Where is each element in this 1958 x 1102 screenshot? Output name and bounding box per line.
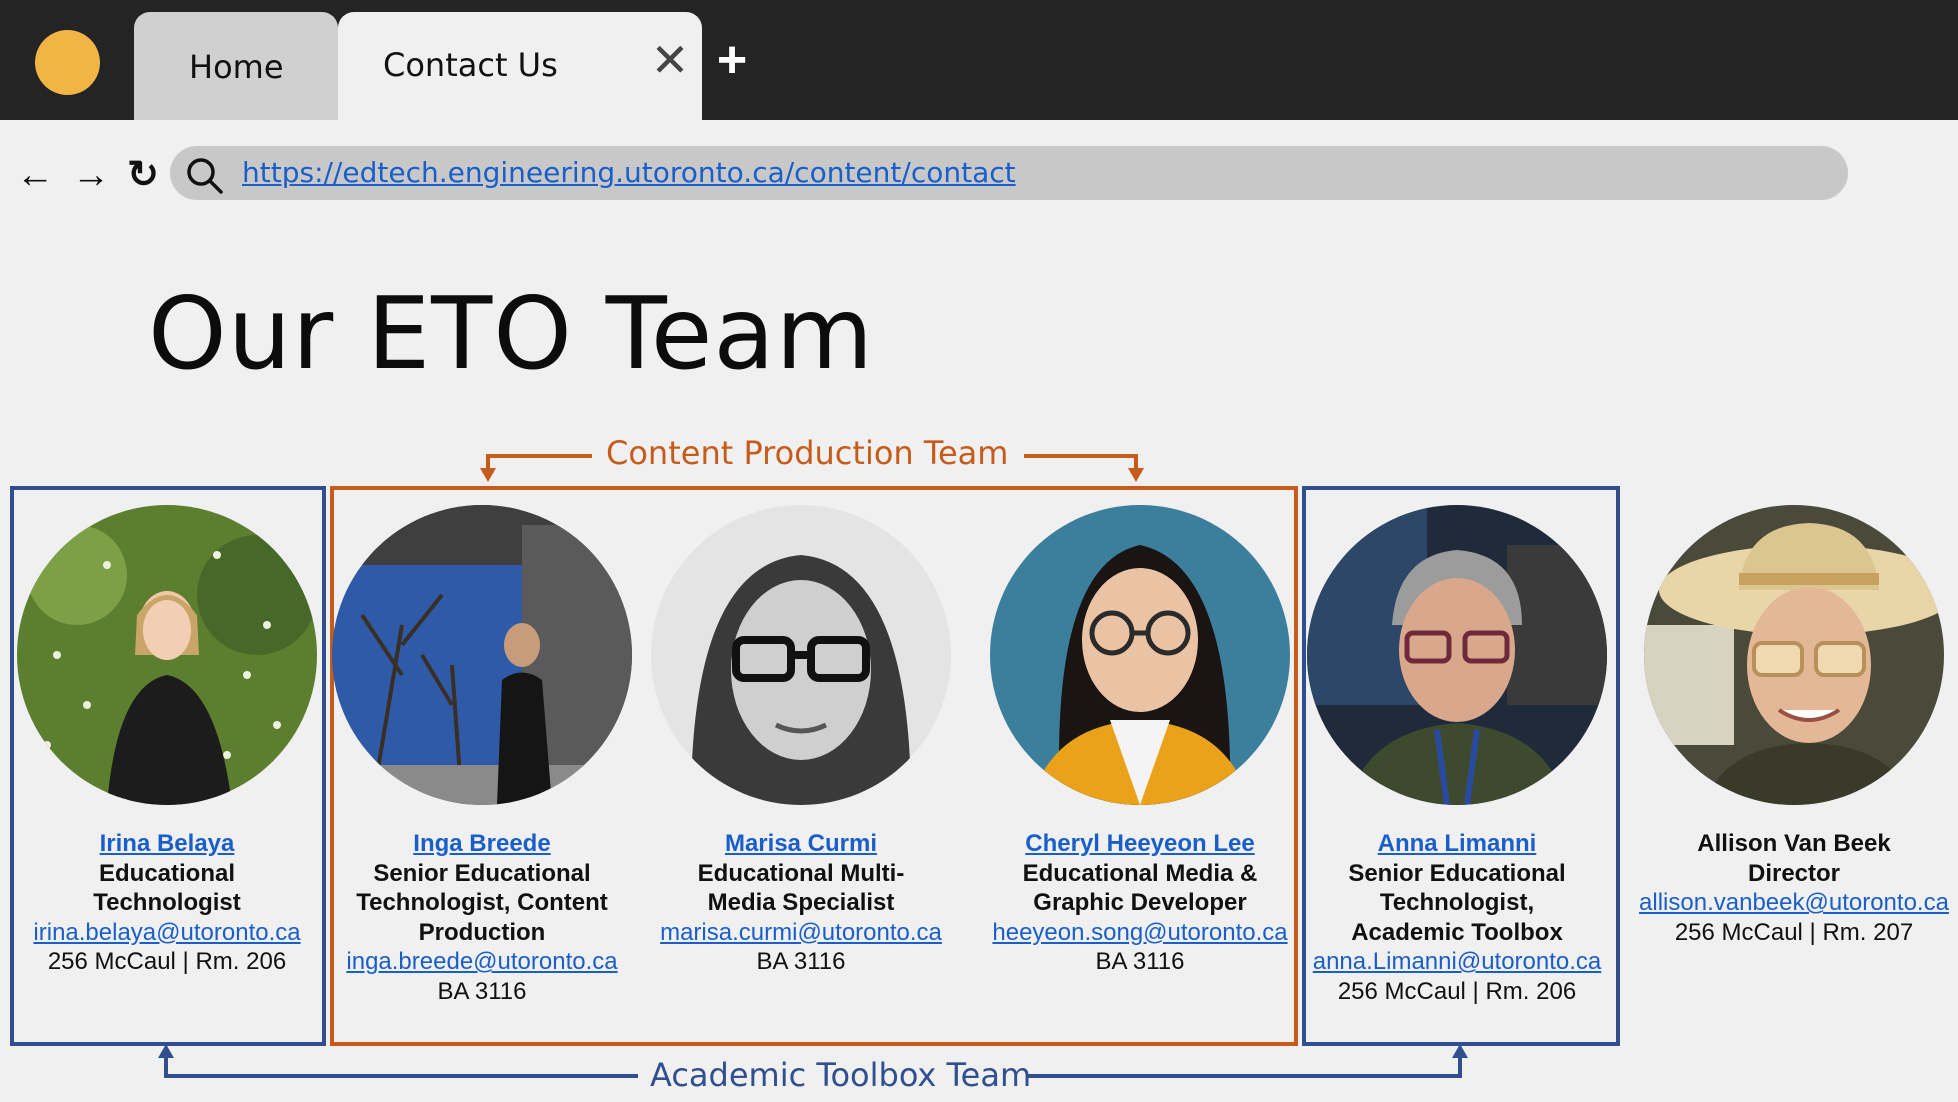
page-title: Our ETO Team <box>148 275 875 392</box>
member-title-line: Technologist <box>93 889 241 916</box>
member-room: BA 3116 <box>756 948 846 975</box>
member-title-line: Director <box>1747 859 1841 887</box>
member-name-link[interactable]: Irina Belaya <box>2 829 332 859</box>
member-email-link[interactable]: heeyeon.song@utoronto.ca <box>975 918 1305 948</box>
member-title-line: Senior Educational <box>1348 859 1566 887</box>
member-title-line: Educational Multi- <box>697 859 905 887</box>
member-title-line: Educational <box>98 859 236 887</box>
reload-icon[interactable]: ↻ <box>120 152 166 198</box>
url-link[interactable]: https://edtech.engineering.utoronto.ca/c… <box>242 156 1016 189</box>
member-room: 256 McCaul | Rm. 206 <box>1337 977 1577 1005</box>
team-member-irina-belaya: Irina Belaya Educational Technologist ir… <box>2 505 332 977</box>
allison-van-beek-photo <box>1644 505 1944 805</box>
member-name-link[interactable]: Cheryl Heeyeon Lee <box>975 829 1305 859</box>
member-title-line: Academic Toolbox <box>1351 918 1563 946</box>
tab-contact-us-label: Contact Us <box>383 46 558 84</box>
member-title-line: Graphic Developer <box>1033 889 1247 916</box>
member-room: BA 3116 <box>1095 948 1185 975</box>
member-name-link[interactable]: Inga Breede <box>317 829 647 859</box>
member-title-line: Educational Media & <box>1022 859 1258 887</box>
member-title-line: Technologist, <box>1379 889 1535 916</box>
irina-belaya-photo <box>17 505 317 805</box>
inga-breede-photo <box>332 505 632 805</box>
team-member-cheryl-heeyeon-lee: Cheryl Heeyeon Lee Educational Media & G… <box>975 505 1305 977</box>
academic-toolbox-team-label: Academic Toolbox Team <box>650 1056 1032 1094</box>
cheryl-heeyeon-lee-photo <box>990 505 1290 805</box>
tab-home-label: Home <box>189 48 284 86</box>
member-name-link[interactable]: Anna Limanni <box>1292 829 1622 859</box>
team-member-allison-van-beek: Allison Van Beek Director allison.vanbee… <box>1629 505 1958 947</box>
member-name-link[interactable]: Marisa Curmi <box>636 829 966 859</box>
close-icon[interactable]: ✕ <box>650 37 690 83</box>
team-member-inga-breede: Inga Breede Senior Educational Technolog… <box>317 505 647 1006</box>
team-member-anna-limanni: Anna Limanni Senior Educational Technolo… <box>1292 505 1622 1006</box>
address-bar[interactable]: https://edtech.engineering.utoronto.ca/c… <box>170 146 1848 200</box>
tab-home[interactable]: Home <box>134 12 338 120</box>
content-production-team-label: Content Production Team <box>606 434 1009 472</box>
member-room: BA 3116 <box>437 977 527 1005</box>
back-arrow-icon[interactable]: ← <box>12 152 58 198</box>
member-room: 256 McCaul | Rm. 207 <box>1674 918 1914 946</box>
browser-tab-bar: Home Contact Us ✕ + <box>0 0 1958 120</box>
member-title-line: Production <box>418 918 546 946</box>
forward-arrow-icon[interactable]: → <box>68 152 114 198</box>
member-title-line: Technologist, Content <box>356 889 608 916</box>
member-email-link[interactable]: allison.vanbeek@utoronto.ca <box>1629 888 1958 918</box>
member-email-link[interactable]: anna.Limanni@utoronto.ca <box>1292 947 1622 977</box>
tab-contact-us[interactable]: Contact Us <box>338 12 702 120</box>
member-email-link[interactable]: irina.belaya@utoronto.ca <box>2 918 332 948</box>
member-title-line: Senior Educational <box>373 859 591 887</box>
anna-limanni-photo <box>1307 505 1607 805</box>
team-member-marisa-curmi: Marisa Curmi Educational Multi- Media Sp… <box>636 505 966 977</box>
marisa-curmi-photo <box>651 505 951 805</box>
search-icon <box>187 158 223 194</box>
member-title-line: Media Specialist <box>707 889 895 916</box>
member-email-link[interactable]: marisa.curmi@utoronto.ca <box>636 918 966 948</box>
browser-logo-icon <box>35 30 100 95</box>
member-name: Allison Van Beek <box>1697 830 1891 857</box>
plus-icon[interactable]: + <box>710 34 754 86</box>
member-email-link[interactable]: inga.breede@utoronto.ca <box>317 947 647 977</box>
member-room: 256 McCaul | Rm. 206 <box>47 948 287 975</box>
